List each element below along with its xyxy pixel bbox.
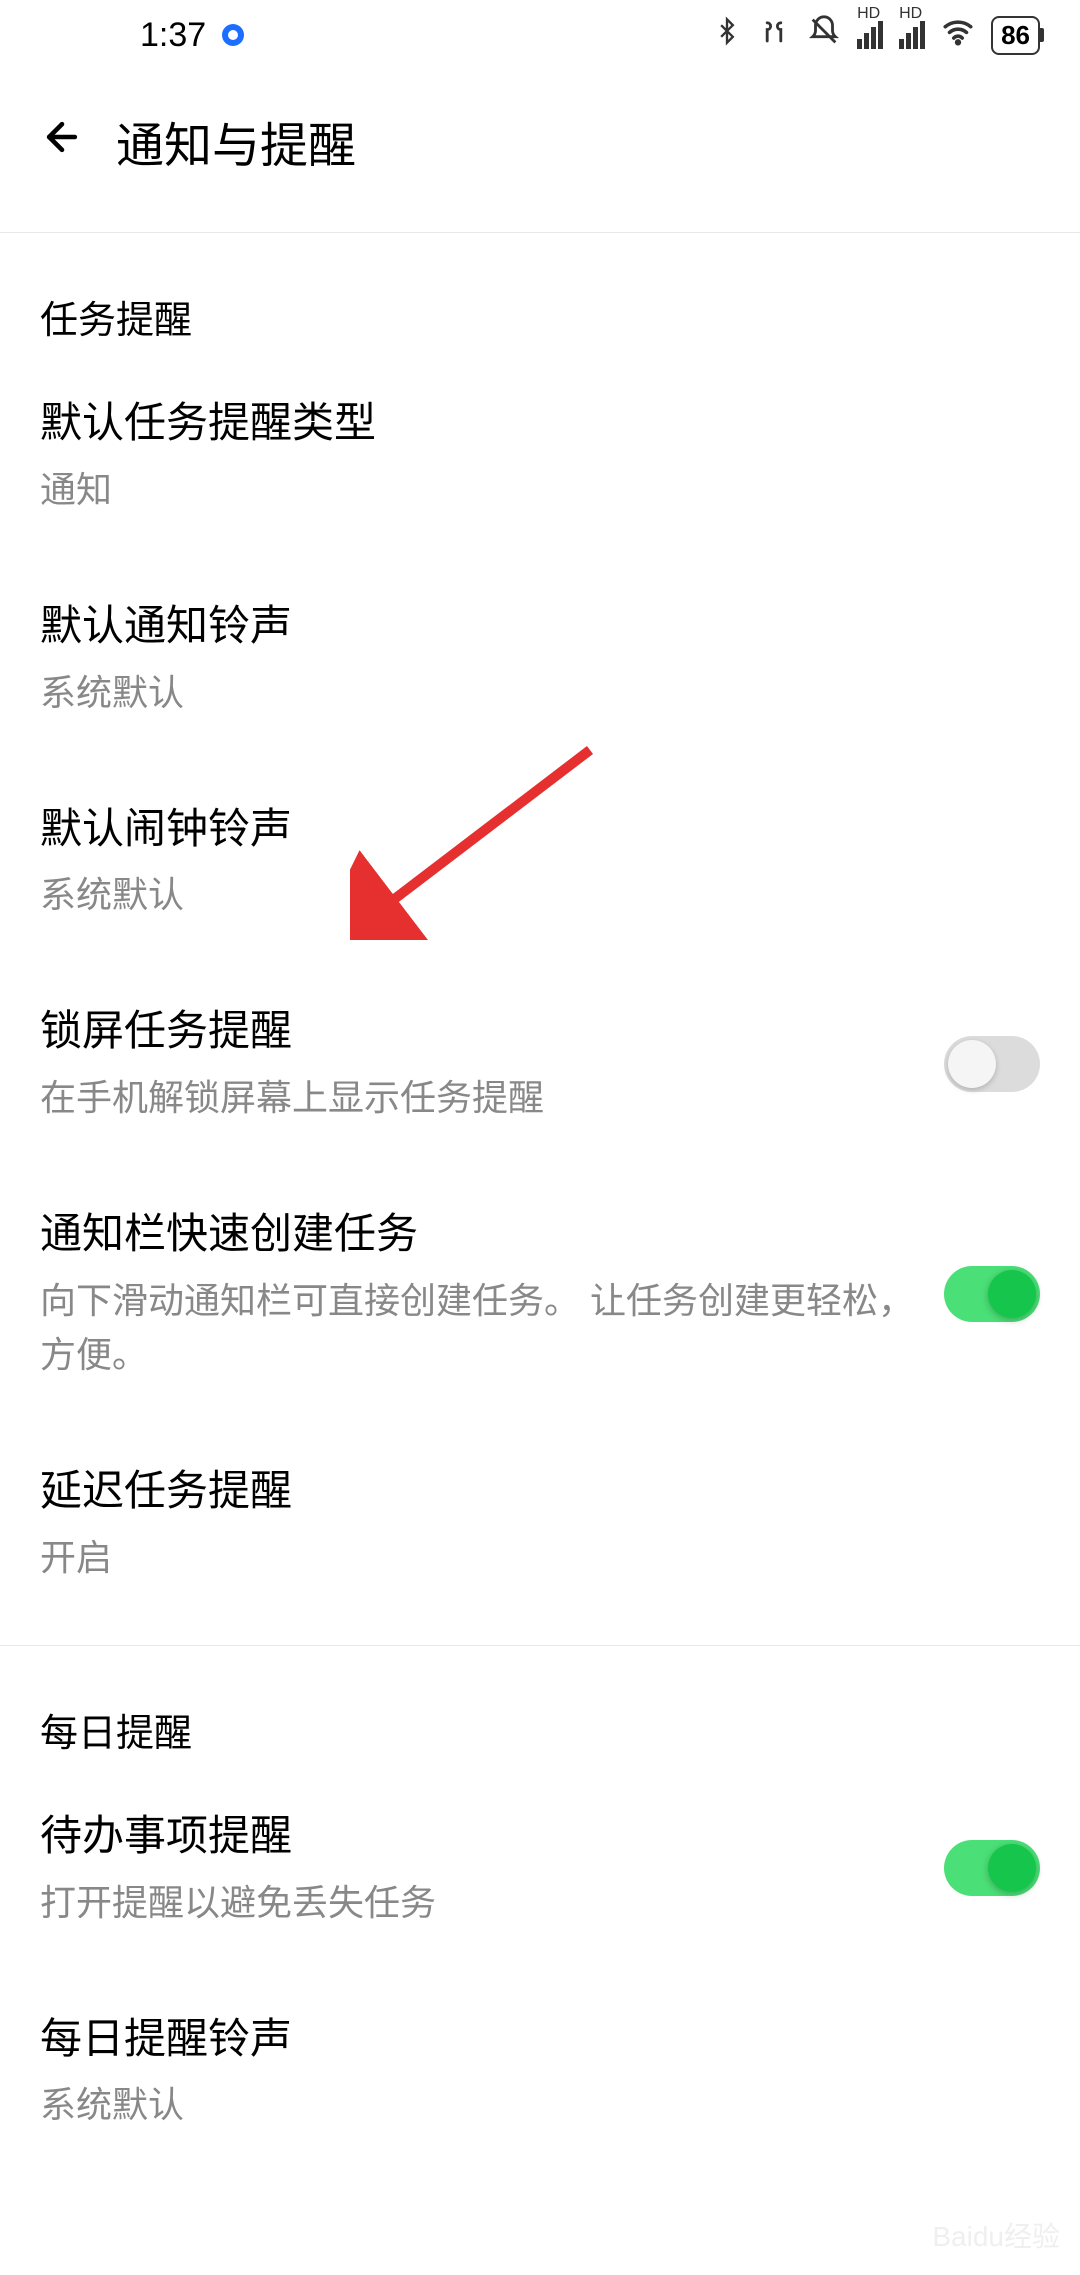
- setting-quick-create-task[interactable]: 通知栏快速创建任务 向下滑动通知栏可直接创建任务。 让任务创建更轻松，方便。: [40, 1165, 1040, 1422]
- setting-title: 默认任务提醒类型: [40, 394, 1040, 453]
- status-bar: 1:37 HD HD 86: [0, 0, 1080, 70]
- setting-daily-reminder-sound[interactable]: 每日提醒铃声 系统默认: [40, 1970, 1040, 2173]
- battery-level: 86: [1001, 20, 1030, 51]
- setting-subtitle: 在手机解锁屏幕上显示任务提醒: [40, 1071, 920, 1125]
- setting-subtitle: 打开提醒以避免丢失任务: [40, 1876, 920, 1930]
- toggle-todo-reminder[interactable]: [944, 1840, 1040, 1896]
- setting-title: 每日提醒铃声: [40, 2010, 1040, 2069]
- setting-delay-reminder[interactable]: 延迟任务提醒 开启: [40, 1422, 1040, 1625]
- toggle-lockscreen-reminder[interactable]: [944, 1036, 1040, 1092]
- setting-subtitle: 向下滑动通知栏可直接创建任务。 让任务创建更轻松，方便。: [40, 1274, 920, 1382]
- setting-title: 待办事项提醒: [40, 1807, 920, 1866]
- setting-subtitle: 系统默认: [40, 868, 1040, 922]
- setting-subtitle: 系统默认: [40, 666, 1040, 720]
- setting-title: 默认闹钟铃声: [40, 800, 1040, 859]
- watermark: Baidu经验: [932, 2215, 1060, 2255]
- status-time: 1:37: [140, 16, 206, 55]
- earbuds-icon: [757, 16, 791, 55]
- setting-title: 延迟任务提醒: [40, 1462, 1040, 1521]
- section-header-daily: 每日提醒: [40, 1646, 1040, 1767]
- section-header-tasks: 任务提醒: [40, 233, 1040, 354]
- wifi-icon: [941, 14, 975, 57]
- section-daily: 每日提醒 待办事项提醒 打开提醒以避免丢失任务 每日提醒铃声 系统默认: [0, 1646, 1080, 2173]
- setting-subtitle: 开启: [40, 1531, 1040, 1585]
- battery-icon: 86: [991, 16, 1040, 55]
- status-right: HD HD 86: [713, 14, 1040, 57]
- setting-todo-reminder[interactable]: 待办事项提醒 打开提醒以避免丢失任务: [40, 1767, 1040, 1970]
- setting-default-alarm-sound[interactable]: 默认闹钟铃声 系统默认: [40, 760, 1040, 963]
- setting-title: 通知栏快速创建任务: [40, 1205, 920, 1264]
- page-title: 通知与提醒: [116, 106, 356, 176]
- signal-2-icon: HD: [899, 21, 925, 49]
- setting-subtitle: 通知: [40, 463, 1040, 517]
- setting-default-reminder-type[interactable]: 默认任务提醒类型 通知: [40, 354, 1040, 557]
- recording-icon: [222, 24, 244, 46]
- toggle-quick-create-task[interactable]: [944, 1266, 1040, 1322]
- setting-subtitle: 系统默认: [40, 2078, 1040, 2132]
- setting-title: 默认通知铃声: [40, 597, 1040, 656]
- bluetooth-icon: [713, 14, 741, 56]
- setting-lockscreen-reminder[interactable]: 锁屏任务提醒 在手机解锁屏幕上显示任务提醒: [40, 962, 1040, 1165]
- status-left: 1:37: [40, 16, 244, 55]
- mute-icon: [807, 14, 841, 56]
- back-button[interactable]: [40, 115, 84, 168]
- setting-title: 锁屏任务提醒: [40, 1002, 920, 1061]
- section-tasks: 任务提醒 默认任务提醒类型 通知 默认通知铃声 系统默认 默认闹钟铃声 系统默认…: [0, 233, 1080, 1625]
- setting-default-notification-sound[interactable]: 默认通知铃声 系统默认: [40, 557, 1040, 760]
- header: 通知与提醒: [0, 70, 1080, 212]
- signal-1-icon: HD: [857, 21, 883, 49]
